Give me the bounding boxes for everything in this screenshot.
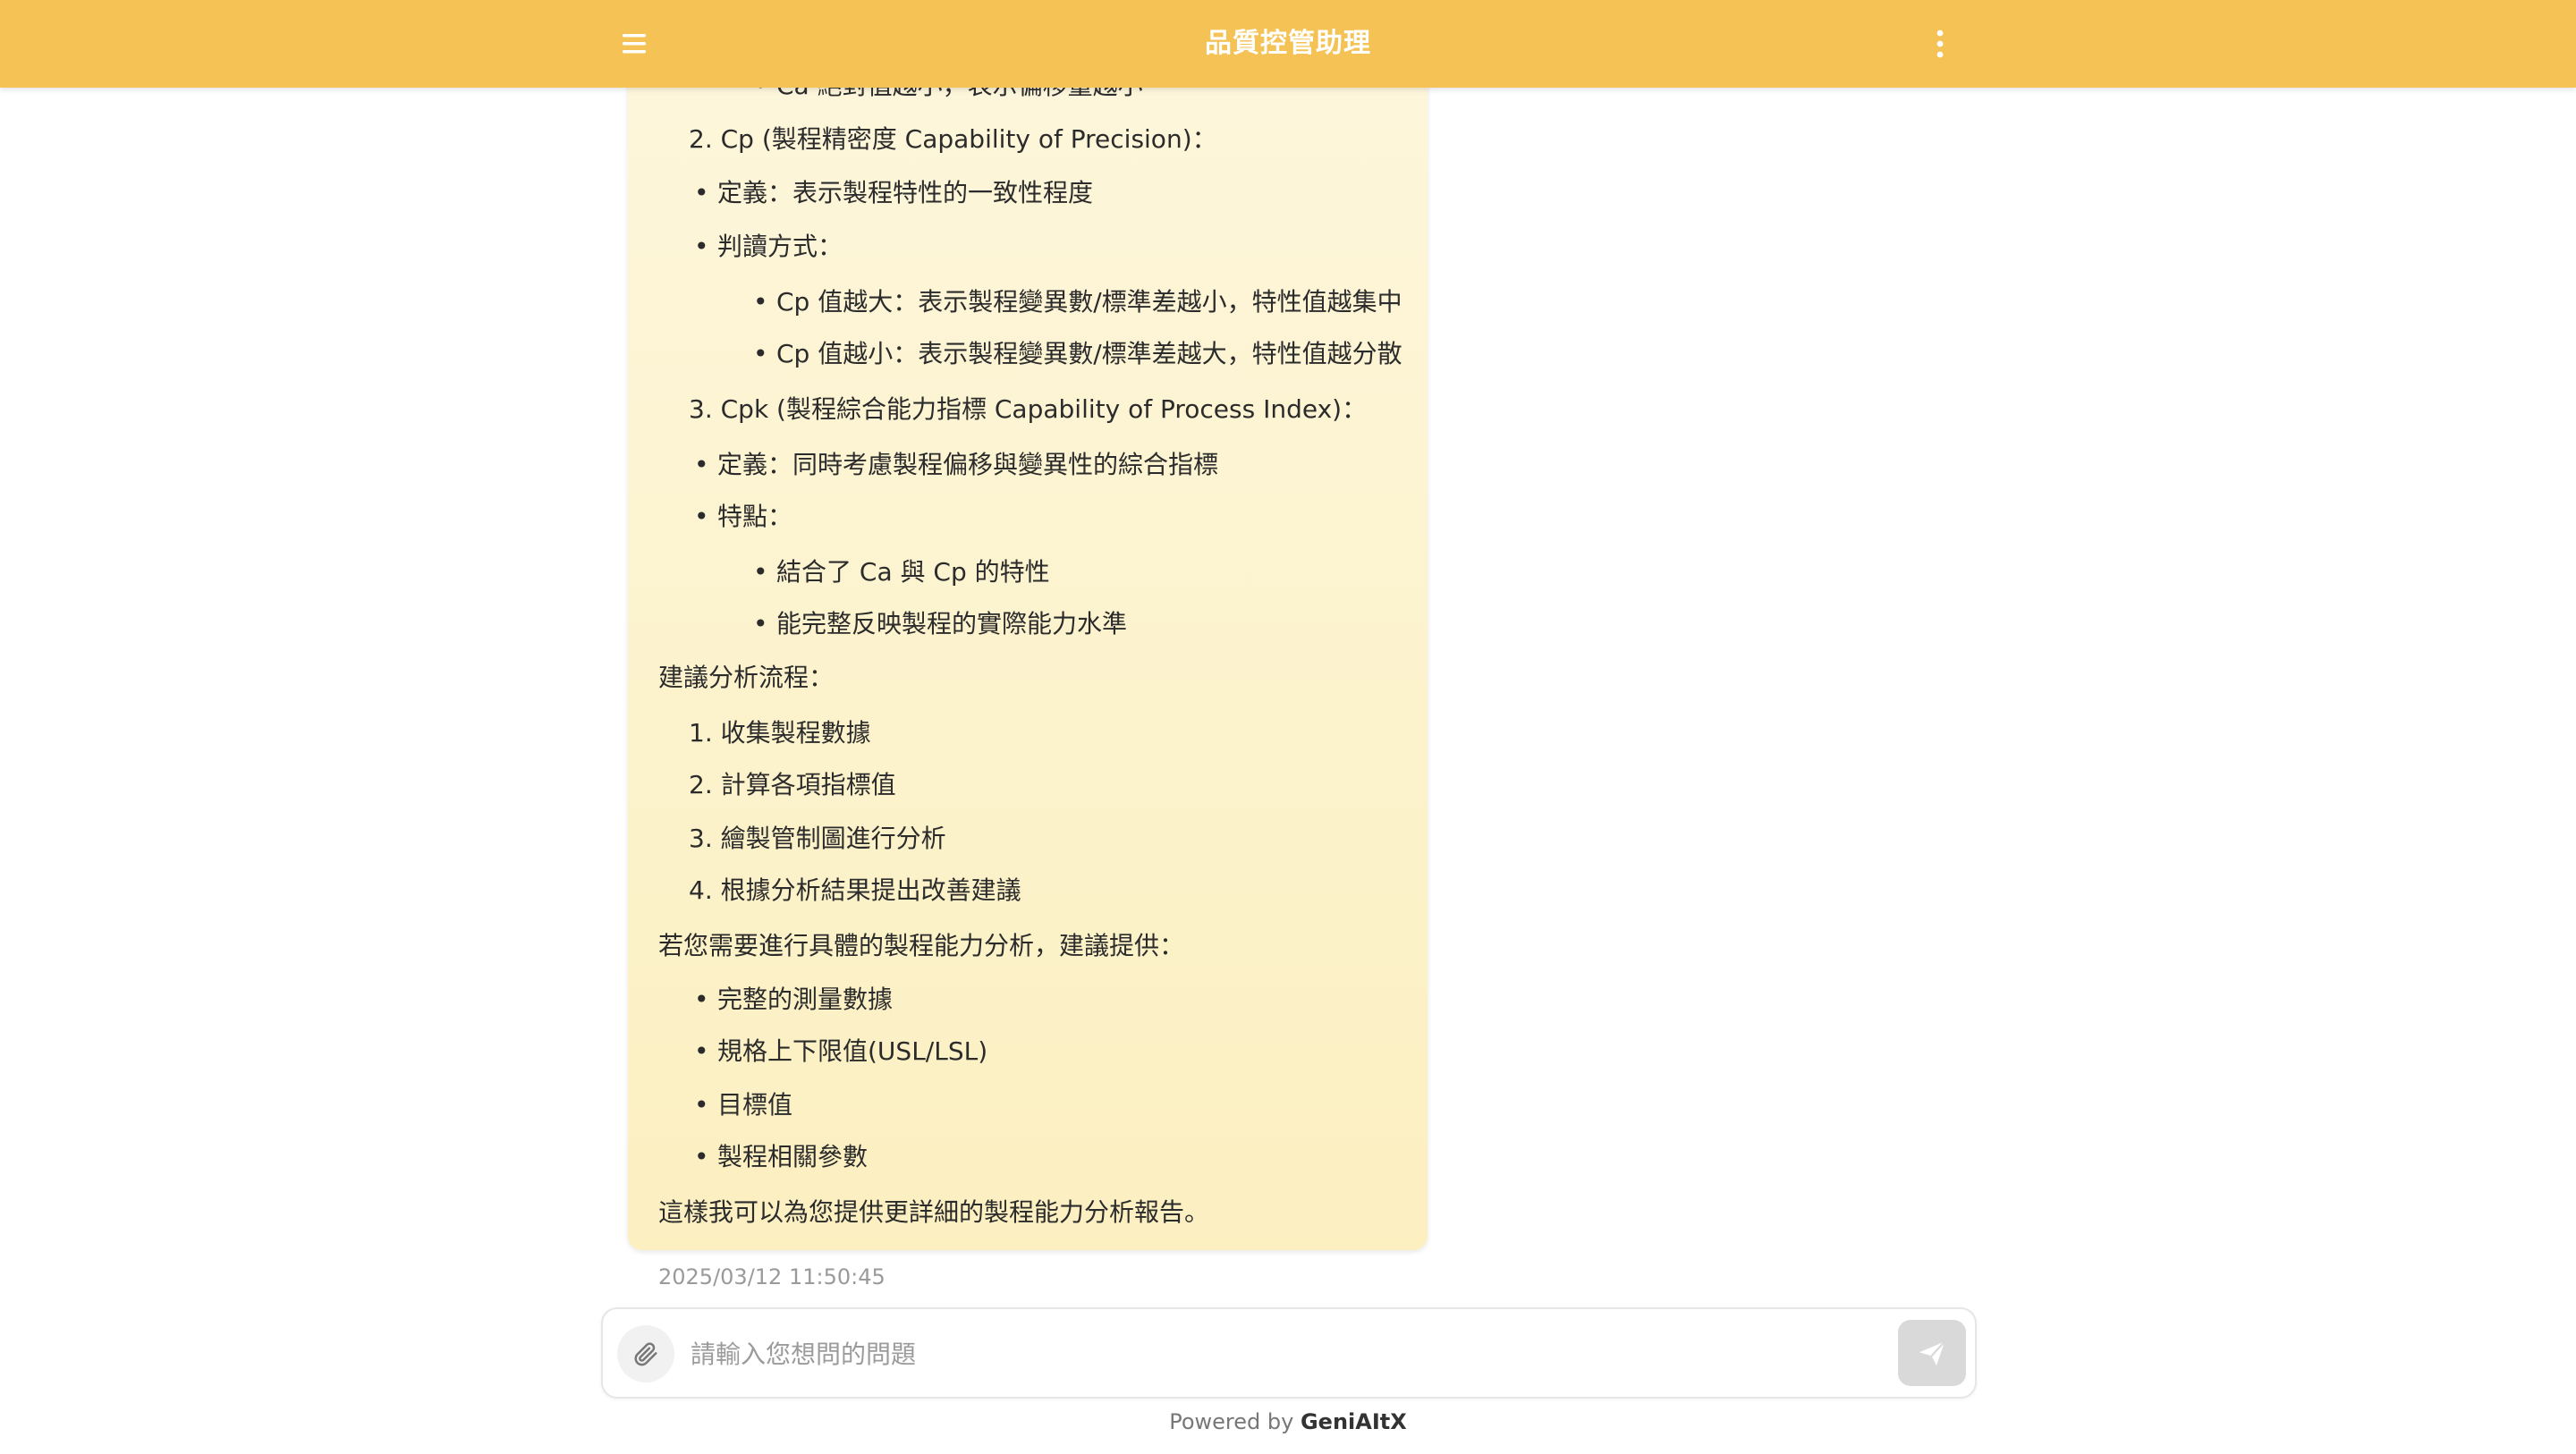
paperclip-icon	[634, 1342, 657, 1366]
message-line: 判讀方式：	[694, 229, 843, 265]
message-line: Cp 值越大：表示製程變異數/標準差越小，特性值越集中	[753, 284, 1402, 320]
powered-by-label: Powered by	[1169, 1409, 1294, 1434]
message-line: Cp 值越小：表示製程變異數/標準差越大，特性值越分散	[753, 336, 1402, 372]
message-line: 若您需要進行具體的製程能力分析，建議提供：	[658, 931, 1185, 960]
send-button[interactable]	[1898, 1320, 1966, 1386]
page-title: 品質控管助理	[1205, 28, 1371, 59]
message-line: 1. 收集製程數據	[689, 718, 871, 748]
message-line: 2. 計算各項指標值	[689, 770, 896, 799]
message-line: 目標值	[694, 1087, 792, 1123]
message-composer	[601, 1307, 1977, 1399]
brand-name: GeniAItX	[1300, 1409, 1407, 1434]
more-vertical-icon	[1936, 30, 1944, 58]
message-line: 定義：同時考慮製程偏移與變異性的綜合指標	[694, 447, 1218, 483]
message-line: 能完整反映製程的實際能力水準	[753, 606, 1127, 642]
message-input[interactable]	[689, 1327, 1855, 1381]
message-line: 特點：	[694, 499, 792, 535]
message-timestamp: 2025/03/12 11:50:45	[658, 1264, 886, 1289]
message-line: 定義：表示製程特性的一致性程度	[694, 175, 1093, 211]
message-line: 建議分析流程：	[658, 663, 835, 692]
message-line: 3. Cpk (製程綜合能力指標 Capability of Process I…	[689, 394, 1368, 424]
assistant-message-bubble: Ca 絕對值越小，表示偏移量越小 2. Cp (製程精密度 Capability…	[628, 54, 1428, 1250]
app-header: 品質控管助理	[0, 0, 2576, 88]
message-line: 2. Cp (製程精密度 Capability of Precision)：	[689, 124, 1217, 154]
message-line: 這樣我可以為您提供更詳細的製程能力分析報告。	[658, 1197, 1210, 1227]
message-line: 完整的測量數據	[694, 982, 893, 1018]
message-line: 4. 根據分析結果提出改善建議	[689, 875, 1021, 905]
message-line: 3. 繪製管制圖進行分析	[689, 824, 946, 853]
message-line: 結合了 Ca 與 Cp 的特性	[753, 554, 1050, 590]
message-line: 規格上下限值(USL/LSL)	[694, 1034, 987, 1069]
more-options-button[interactable]	[1919, 23, 1961, 64]
attach-button[interactable]	[617, 1325, 674, 1382]
send-icon	[1919, 1340, 1946, 1366]
powered-by: Powered by GeniAItX	[0, 1409, 2576, 1434]
message-line: 製程相關參數	[694, 1139, 868, 1175]
